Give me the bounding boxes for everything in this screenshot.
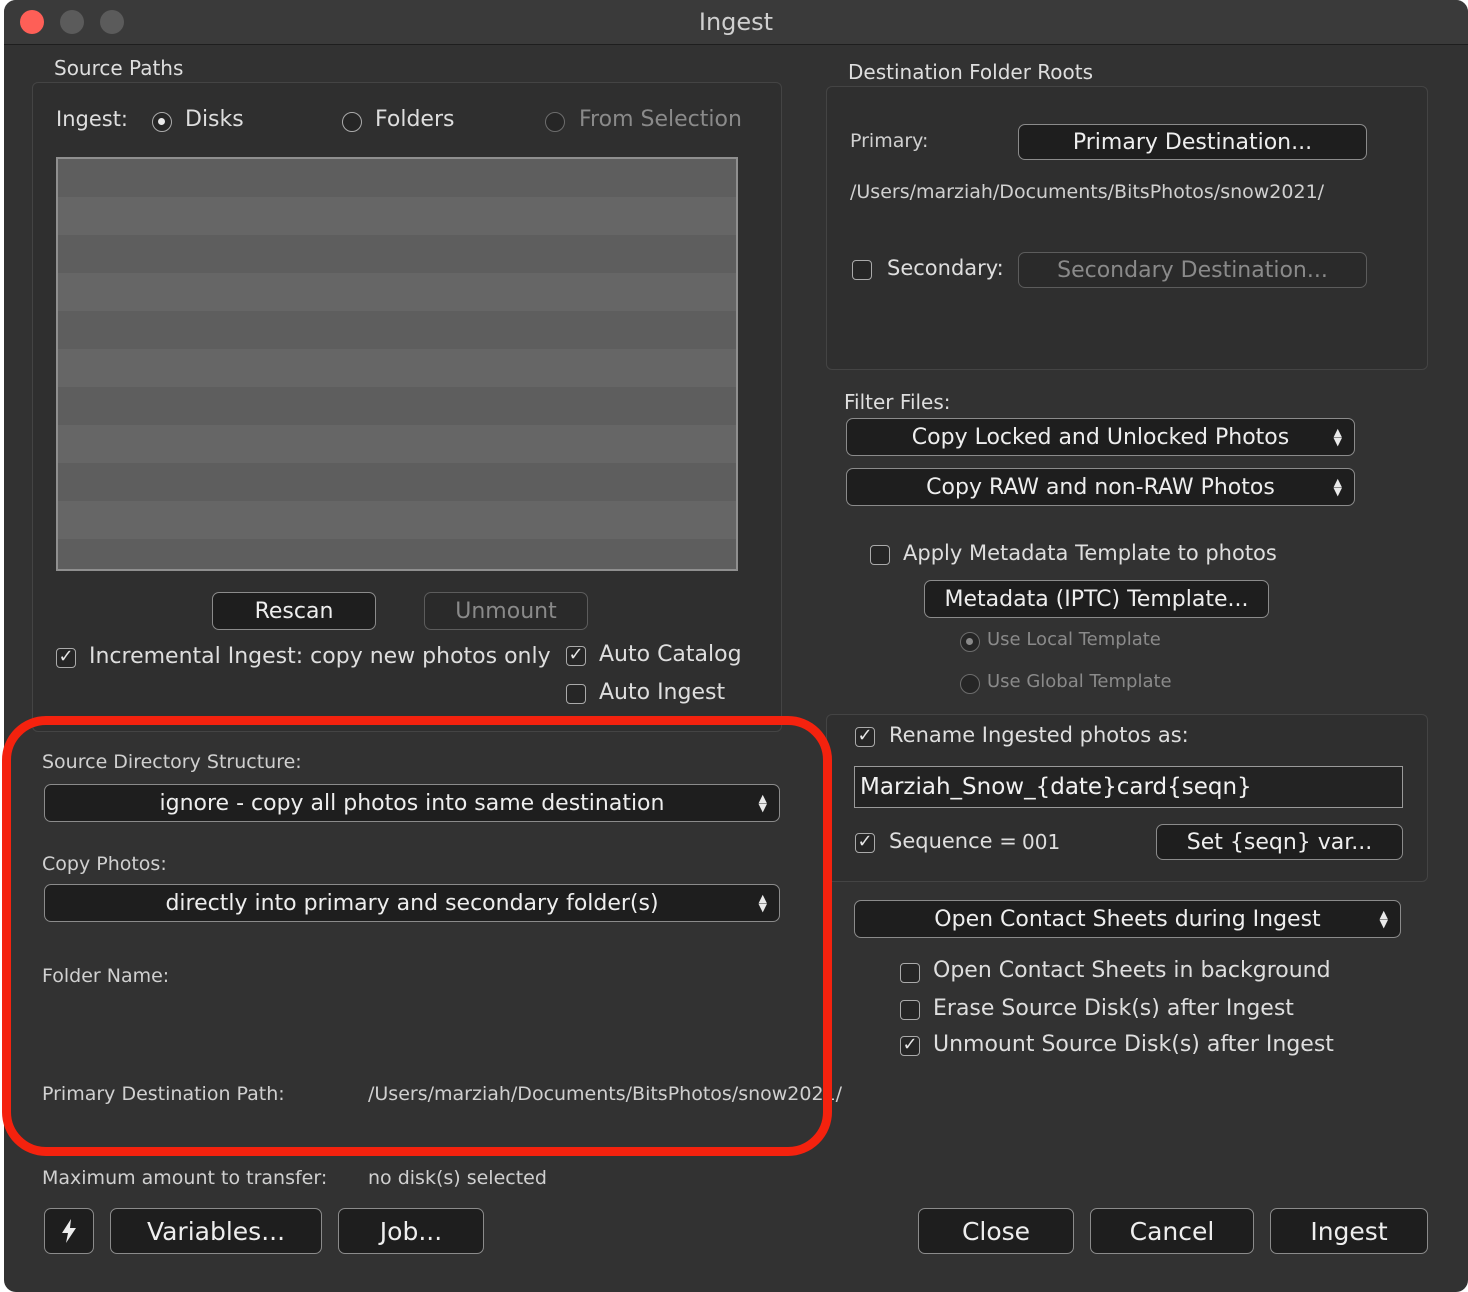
source-disk-list[interactable] (56, 157, 738, 571)
unmount-source-checkbox[interactable]: ✓ (900, 1036, 920, 1056)
maximum-transfer-value: no disk(s) selected (368, 1167, 547, 1189)
contact-sheets-background-label: Open Contact Sheets in background (933, 958, 1331, 983)
rescan-button[interactable]: Rescan (212, 592, 376, 630)
source-directory-structure-label: Source Directory Structure: (42, 751, 302, 773)
source-directory-structure-popup[interactable]: ignore - copy all photos into same desti… (44, 784, 780, 822)
sequence-checkbox[interactable]: ✓ (855, 833, 875, 853)
primary-destination-path: /Users/marziah/Documents/BitsPhotos/snow… (850, 181, 1325, 203)
filter-locked-popup[interactable]: Copy Locked and Unlocked Photos ▲ ▼ (846, 418, 1355, 456)
primary-destination-path-label: Primary Destination Path: (42, 1083, 285, 1105)
primary-destination-path-value: /Users/marziah/Documents/BitsPhotos/snow… (368, 1083, 843, 1105)
title-bar: Ingest (4, 0, 1468, 45)
popup-arrows-icon: ▲ ▼ (758, 792, 767, 814)
popup-arrows-icon: ▲ ▼ (1379, 908, 1388, 930)
filter-locked-value: Copy Locked and Unlocked Photos (911, 424, 1290, 450)
use-local-template-label: Use Local Template (987, 629, 1161, 650)
rename-label: Rename Ingested photos as: (889, 723, 1189, 747)
sequence-value: 001 (1022, 830, 1061, 854)
erase-source-checkbox[interactable] (900, 1000, 920, 1020)
copy-photos-label: Copy Photos: (42, 853, 167, 875)
sequence-label: Sequence = (889, 829, 1017, 853)
apply-metadata-label: Apply Metadata Template to photos (903, 541, 1277, 565)
rename-checkbox[interactable]: ✓ (855, 727, 875, 747)
variables-button[interactable]: Variables... (110, 1208, 322, 1254)
contact-sheets-background-checkbox[interactable] (900, 963, 920, 983)
auto-ingest-checkbox[interactable] (566, 684, 586, 704)
source-paths-title: Source Paths (54, 56, 184, 80)
metadata-template-button[interactable]: Metadata (IPTC) Template... (924, 580, 1269, 618)
popup-arrows-icon: ▲ ▼ (1333, 426, 1342, 448)
use-global-template-radio[interactable] (960, 674, 980, 694)
unmount-source-label: Unmount Source Disk(s) after Ingest (933, 1032, 1334, 1057)
secondary-destination-button[interactable]: Secondary Destination... (1018, 252, 1367, 288)
window-title: Ingest (698, 8, 774, 36)
copy-photos-value: directly into primary and secondary fold… (165, 890, 659, 916)
ingest-button[interactable]: Ingest (1270, 1208, 1428, 1254)
auto-catalog-checkbox[interactable]: ✓ (566, 646, 586, 666)
folder-name-label: Folder Name: (42, 965, 170, 987)
from-selection-radio[interactable] (545, 112, 565, 132)
destination-folder-roots-title: Destination Folder Roots (848, 60, 1094, 84)
secondary-label: Secondary: (887, 256, 1004, 280)
filter-files-label: Filter Files: (844, 390, 951, 414)
incremental-ingest-checkbox[interactable]: ✓ (56, 648, 76, 668)
filter-raw-popup[interactable]: Copy RAW and non-RAW Photos ▲ ▼ (846, 468, 1355, 506)
folders-label: Folders (375, 107, 455, 132)
primary-label: Primary: (850, 130, 929, 152)
close-button[interactable]: Close (918, 1208, 1074, 1254)
erase-source-label: Erase Source Disk(s) after Ingest (933, 996, 1294, 1021)
incremental-ingest-label: Incremental Ingest: copy new photos only (89, 644, 551, 669)
use-local-template-radio[interactable] (960, 632, 980, 652)
lightning-button[interactable] (44, 1208, 94, 1254)
rename-pattern-field[interactable]: Marziah_Snow_{date}card{seqn} (854, 766, 1403, 808)
auto-ingest-label: Auto Ingest (599, 680, 726, 705)
use-global-template-label: Use Global Template (987, 671, 1172, 692)
set-seqn-var-button[interactable]: Set {seqn} var... (1156, 824, 1403, 860)
from-selection-label: From Selection (579, 107, 742, 132)
contact-sheets-value: Open Contact Sheets during Ingest (934, 906, 1321, 932)
contact-sheets-popup[interactable]: Open Contact Sheets during Ingest ▲ ▼ (854, 900, 1401, 938)
ingest-window: Ingest Source Paths Ingest: Disks Folder… (4, 0, 1468, 1292)
source-directory-structure-value: ignore - copy all photos into same desti… (159, 790, 665, 816)
filter-raw-value: Copy RAW and non-RAW Photos (926, 474, 1275, 500)
apply-metadata-checkbox[interactable] (870, 545, 890, 565)
auto-catalog-label: Auto Catalog (599, 642, 742, 667)
lightning-icon (62, 1219, 76, 1243)
disks-label: Disks (185, 107, 244, 132)
folders-radio[interactable] (342, 112, 362, 132)
secondary-checkbox[interactable] (852, 260, 872, 280)
job-button[interactable]: Job... (338, 1208, 484, 1254)
popup-arrows-icon: ▲ ▼ (1333, 476, 1342, 498)
cancel-button[interactable]: Cancel (1090, 1208, 1254, 1254)
ingest-label: Ingest: (56, 107, 129, 131)
copy-photos-popup[interactable]: directly into primary and secondary fold… (44, 884, 780, 922)
unmount-button[interactable]: Unmount (424, 592, 588, 630)
popup-arrows-icon: ▲ ▼ (758, 892, 767, 914)
maximum-transfer-label: Maximum amount to transfer: (42, 1167, 328, 1189)
disks-radio[interactable] (152, 112, 172, 132)
primary-destination-button[interactable]: Primary Destination... (1018, 124, 1367, 160)
